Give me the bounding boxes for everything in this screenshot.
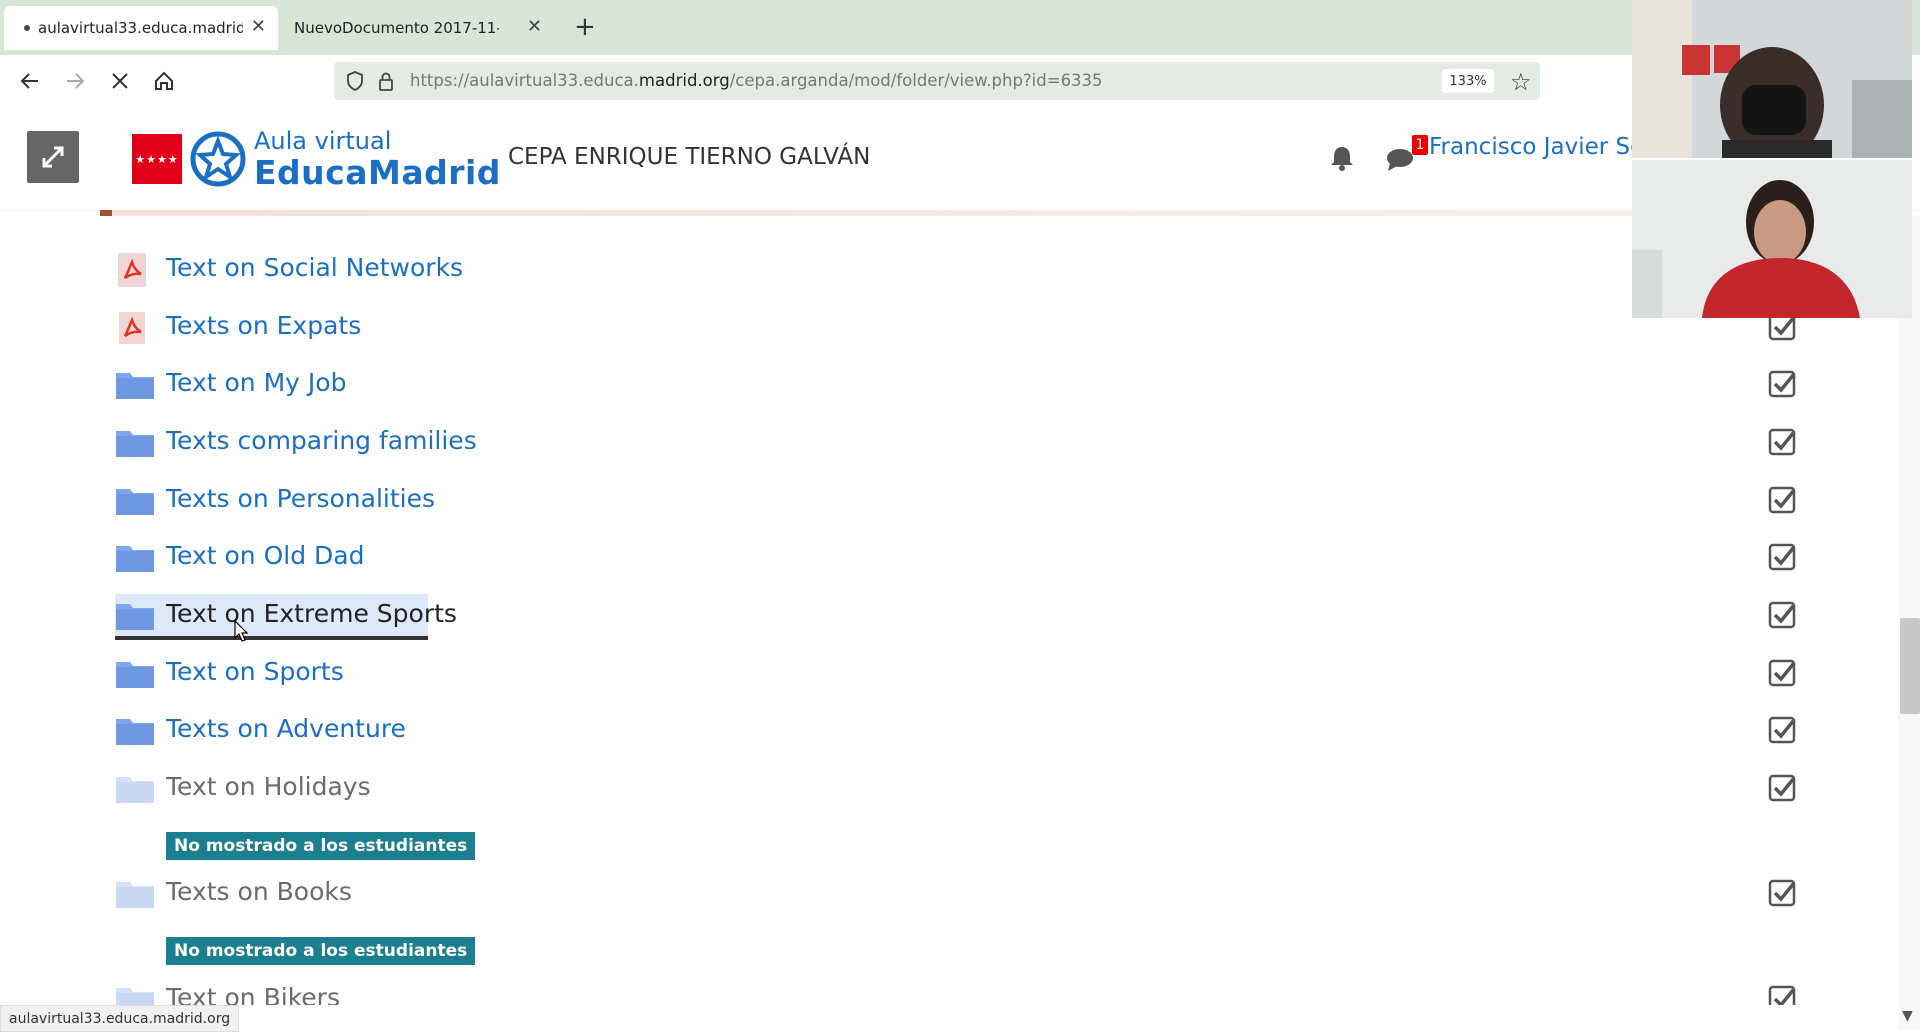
url-prefix: https://aulavirtual33.educa.	[410, 71, 639, 90]
zoom-indicator[interactable]: 133%	[1442, 69, 1494, 93]
item-link[interactable]: Text on Sports	[166, 657, 344, 686]
logo-aula-virtual-text[interactable]: Aula virtual	[254, 127, 391, 155]
logo-educamadrid-text[interactable]: EducaMadrid	[254, 153, 501, 192]
scroll-down-arrow-icon[interactable]: ▼	[1902, 1008, 1913, 1024]
link-status-bar: aulavirtual33.educa.madrid.org	[0, 1005, 240, 1032]
browser-tab-inactive[interactable]: NuevoDocumento 2017-11-10 (1) - ✕	[282, 6, 554, 50]
folder-icon	[116, 988, 154, 1005]
list-item-hidden[interactable]: Text on Holidays	[115, 767, 1815, 807]
pdf-file-icon	[119, 312, 145, 344]
forward-button[interactable]	[61, 67, 89, 95]
completion-checkbox-icon[interactable]	[1768, 773, 1798, 803]
item-link[interactable]: Text on Old Dad	[166, 541, 364, 570]
address-bar[interactable]: https://aulavirtual33.educa.madrid.org/c…	[334, 62, 1540, 100]
completion-checkbox-icon[interactable]	[1768, 878, 1798, 908]
site-title[interactable]: CEPA ENRIQUE TIERNO GALVÁN	[508, 144, 870, 170]
messages-chat-icon[interactable]	[1386, 147, 1414, 173]
forward-arrow-icon	[67, 73, 85, 89]
stop-loading-button[interactable]	[106, 67, 134, 95]
message-count-badge: 1	[1412, 135, 1428, 155]
item-link[interactable]: Text on Bikers	[166, 983, 340, 1005]
tracking-shield-icon[interactable]	[346, 71, 364, 91]
completion-checkbox-icon[interactable]	[1768, 369, 1798, 399]
list-item[interactable]: Texts on Personalities	[115, 479, 1815, 519]
folder-icon	[116, 777, 154, 803]
close-tab-icon[interactable]: ✕	[251, 16, 266, 37]
list-item-hidden[interactable]: Texts on Books	[115, 872, 1815, 912]
url-host: madrid.org	[638, 71, 730, 90]
list-item[interactable]: Text on My Job	[115, 363, 1815, 403]
tab-title: aulavirtual33.educa.madrid.org	[38, 19, 243, 37]
close-tab-icon[interactable]: ✕	[527, 16, 542, 37]
home-icon	[155, 71, 173, 90]
user-menu-name[interactable]: Francisco Javier Se	[1429, 134, 1644, 160]
browser-tab-active[interactable]: aulavirtual33.educa.madrid.org ✕	[4, 6, 278, 50]
folder-icon	[116, 719, 154, 745]
pdf-file-icon	[118, 253, 146, 287]
item-link[interactable]: Text on Holidays	[166, 772, 371, 801]
folder-icon	[116, 489, 154, 515]
completion-checkbox-icon[interactable]	[1768, 485, 1798, 515]
home-button[interactable]	[150, 67, 178, 95]
completion-checkbox-icon[interactable]	[1768, 984, 1798, 1005]
list-item[interactable]: Texts on Adventure	[115, 709, 1815, 749]
bookmark-star-icon[interactable]: ☆	[1510, 68, 1532, 96]
list-item-hovered[interactable]: Text on Extreme Sports	[115, 594, 1815, 640]
flag-stars: ★★★★	[135, 152, 179, 166]
hidden-from-students-badge: No mostrado a los estudiantes	[166, 937, 476, 965]
completion-checkbox-icon[interactable]	[1768, 600, 1798, 630]
back-button[interactable]	[16, 67, 44, 95]
back-arrow-icon	[20, 73, 38, 89]
list-item[interactable]: Text on Social Networks	[115, 248, 1815, 288]
folder-icon	[116, 546, 154, 572]
list-item[interactable]: Text on Old Dad	[115, 536, 1815, 576]
fullscreen-toggle-button[interactable]	[27, 131, 79, 183]
mouse-cursor-icon	[234, 620, 248, 642]
participant-video-feed	[1632, 0, 1912, 158]
item-link[interactable]: Texts comparing families	[166, 426, 477, 455]
loading-dot-icon	[24, 25, 30, 31]
folder-icon	[116, 431, 154, 457]
notifications-bell-icon[interactable]	[1330, 145, 1354, 171]
item-link[interactable]: Texts on Books	[166, 877, 352, 906]
comunidad-madrid-flag-logo[interactable]: ★★★★	[132, 134, 182, 184]
completion-checkbox-icon[interactable]	[1768, 658, 1798, 688]
list-item[interactable]: Text on Bikers	[115, 978, 1815, 1005]
tab-title: NuevoDocumento 2017-11-10 (1) -	[294, 19, 499, 37]
video-participant-tile	[1632, 160, 1912, 318]
scrollbar-thumb[interactable]	[1900, 618, 1920, 714]
video-participant-tile	[1632, 0, 1912, 158]
lock-icon[interactable]	[378, 71, 394, 91]
folder-icon	[116, 882, 154, 908]
expand-arrows-icon	[42, 146, 64, 168]
folder-icon	[116, 662, 154, 688]
completion-checkbox-icon[interactable]	[1768, 427, 1798, 457]
folder-icon	[116, 373, 154, 399]
item-link[interactable]: Texts on Personalities	[166, 484, 435, 513]
folder-icon	[116, 604, 154, 630]
educamadrid-star-logo-icon[interactable]	[190, 131, 246, 187]
stop-x-icon	[112, 73, 128, 89]
item-link[interactable]: Text on My Job	[166, 368, 346, 397]
completion-checkbox-icon[interactable]	[1768, 542, 1798, 572]
item-link[interactable]: Texts on Expats	[166, 311, 361, 340]
participant-video-feed	[1632, 160, 1912, 318]
item-link[interactable]: Text on Social Networks	[166, 253, 463, 282]
list-item[interactable]: Texts on Expats	[115, 306, 1815, 346]
section-divider	[100, 210, 1635, 216]
item-link[interactable]: Text on Extreme Sports	[166, 599, 457, 628]
completion-checkbox-icon[interactable]	[1768, 715, 1798, 745]
hidden-from-students-badge: No mostrado a los estudiantes	[166, 832, 476, 860]
url-text[interactable]: https://aulavirtual33.educa.madrid.org/c…	[410, 71, 1103, 90]
new-tab-button[interactable]: +	[574, 12, 596, 42]
section-divider-mark	[100, 210, 112, 216]
url-path: /cepa.arganda/mod/folder/view.php?id=633…	[729, 71, 1103, 90]
list-item[interactable]: Texts comparing families	[115, 421, 1815, 461]
list-item[interactable]: Text on Sports	[115, 652, 1815, 692]
item-link[interactable]: Texts on Adventure	[166, 714, 406, 743]
